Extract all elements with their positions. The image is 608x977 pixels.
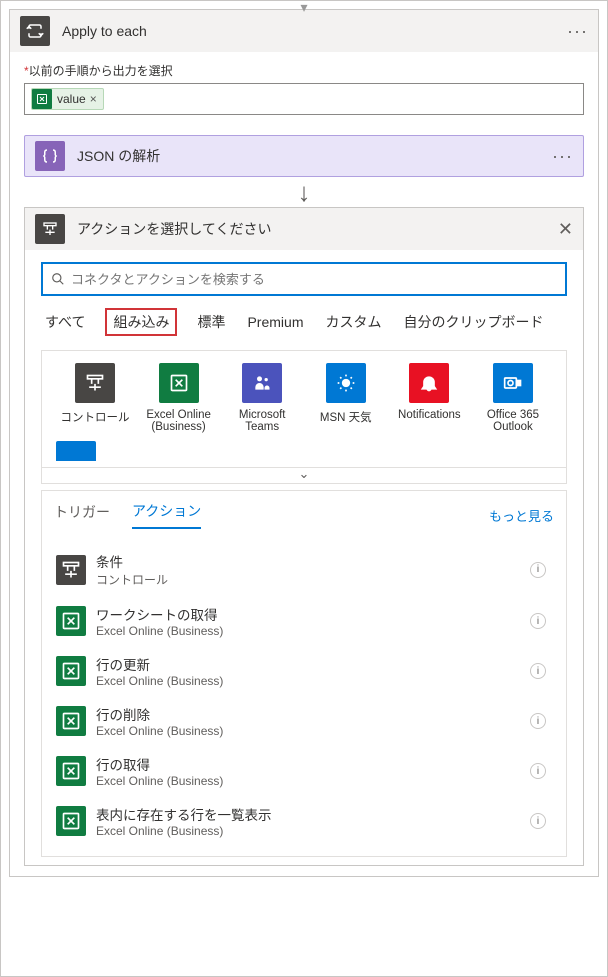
action-picker-header: アクションを選択してください ✕: [25, 208, 583, 250]
weather-icon: [326, 363, 366, 403]
tab-standard[interactable]: 標準: [195, 308, 227, 336]
action-picker-title: アクションを選択してください: [77, 219, 558, 239]
control-icon: [56, 555, 86, 585]
excel-token-icon: [32, 89, 52, 109]
tab-all[interactable]: すべて: [43, 308, 87, 336]
action-subtitle: コントロール: [96, 571, 530, 588]
action-item[interactable]: 条件コントロールi: [54, 543, 548, 596]
apply-to-each-header[interactable]: Apply to each ···: [10, 10, 598, 52]
info-icon[interactable]: i: [530, 713, 546, 729]
connector-excel[interactable]: Excel Online (Business): [140, 363, 218, 433]
output-select-label: *以前の手順から出力を選択: [24, 62, 584, 79]
flow-arrow: ↓: [24, 179, 584, 205]
json-parse-menu[interactable]: ···: [552, 146, 573, 167]
connector-label: コントロール: [61, 409, 130, 425]
action-title: 行の更新: [96, 654, 530, 674]
connector-notif[interactable]: Notifications: [390, 363, 468, 433]
action-picker: アクションを選択してください ✕ すべて 組み込み 標準 Premium: [24, 207, 584, 866]
info-icon[interactable]: i: [530, 813, 546, 829]
action-title: 条件: [96, 551, 530, 571]
connectors-expand[interactable]: ⌄: [41, 468, 567, 484]
action-subtitle: Excel Online (Business): [96, 624, 530, 638]
excel-icon: [56, 706, 86, 736]
teams-icon: [242, 363, 282, 403]
action-list: 条件コントロールiワークシートの取得Excel Online (Business…: [54, 543, 554, 846]
tab-clipboard[interactable]: 自分のクリップボード: [401, 308, 545, 336]
connector-label: Microsoft Teams: [223, 409, 301, 433]
tab-premium[interactable]: Premium: [245, 310, 305, 334]
action-title: ワークシートの取得: [96, 604, 530, 624]
json-parse-title: JSON の解析: [77, 146, 552, 166]
info-icon[interactable]: i: [530, 763, 546, 779]
token-remove[interactable]: ×: [90, 92, 97, 106]
picker-category-tabs: すべて 組み込み 標準 Premium カスタム 自分のクリップボード: [41, 308, 567, 344]
connector-weather[interactable]: MSN 天気: [307, 363, 385, 433]
connector-control[interactable]: コントロール: [56, 363, 134, 433]
action-subtitle: Excel Online (Business): [96, 824, 530, 838]
info-icon[interactable]: i: [530, 663, 546, 679]
action-subtitle: Excel Online (Business): [96, 774, 530, 788]
excel-icon: [159, 363, 199, 403]
search-input-wrap[interactable]: [41, 262, 567, 296]
json-parse-header[interactable]: JSON の解析 ···: [24, 135, 584, 177]
connector-label: Excel Online (Business): [140, 409, 218, 433]
json-icon: [35, 141, 65, 171]
action-title: 行の削除: [96, 704, 530, 724]
action-item[interactable]: 行の更新Excel Online (Business)i: [54, 646, 548, 696]
action-subtitle: Excel Online (Business): [96, 674, 530, 688]
excel-icon: [56, 806, 86, 836]
action-subtitle: Excel Online (Business): [96, 724, 530, 738]
excel-icon: [56, 656, 86, 686]
connector-outlook[interactable]: Office 365 Outlook: [474, 363, 552, 433]
tab-builtin[interactable]: 組み込み: [105, 308, 177, 336]
connector-label: MSN 天気: [320, 409, 372, 425]
tab-actions[interactable]: アクション: [132, 501, 201, 529]
action-item[interactable]: 行の削除Excel Online (Business)i: [54, 696, 548, 746]
action-title: 行の取得: [96, 754, 530, 774]
connector-label: Notifications: [398, 409, 461, 421]
apply-to-each-menu[interactable]: ···: [567, 21, 588, 42]
value-token[interactable]: value ×: [31, 88, 104, 110]
action-item[interactable]: 行の取得Excel Online (Business)i: [54, 746, 548, 796]
info-icon[interactable]: i: [530, 562, 546, 578]
tab-custom[interactable]: カスタム: [323, 308, 383, 336]
search-icon: [51, 272, 65, 286]
see-more-link[interactable]: もっと見る: [489, 506, 554, 525]
excel-icon: [56, 756, 86, 786]
outlook-icon: [493, 363, 533, 403]
close-icon[interactable]: ✕: [558, 219, 573, 240]
search-input[interactable]: [65, 272, 557, 287]
loop-icon: [20, 16, 50, 46]
excel-icon: [56, 606, 86, 636]
tab-triggers[interactable]: トリガー: [54, 502, 110, 528]
action-item[interactable]: ワークシートの取得Excel Online (Business)i: [54, 596, 548, 646]
notif-icon: [409, 363, 449, 403]
connector-more-peek[interactable]: [56, 441, 96, 461]
connector-teams[interactable]: Microsoft Teams: [223, 363, 301, 433]
action-picker-icon: [35, 214, 65, 244]
apply-to-each-title: Apply to each: [62, 23, 567, 39]
flow-arrow-top: ▾: [300, 0, 307, 16]
info-icon[interactable]: i: [530, 613, 546, 629]
apply-to-each-card: Apply to each ··· *以前の手順から出力を選択 value ×: [9, 9, 599, 877]
connectors-row: コントロール Excel Online (Business)Microsoft T…: [50, 363, 558, 433]
action-item[interactable]: 表内に存在する行を一覧表示Excel Online (Business)i: [54, 796, 548, 846]
control-icon: [75, 363, 115, 403]
action-title: 表内に存在する行を一覧表示: [96, 804, 530, 824]
connector-label: Office 365 Outlook: [474, 409, 552, 433]
output-select-input[interactable]: value ×: [24, 83, 584, 115]
